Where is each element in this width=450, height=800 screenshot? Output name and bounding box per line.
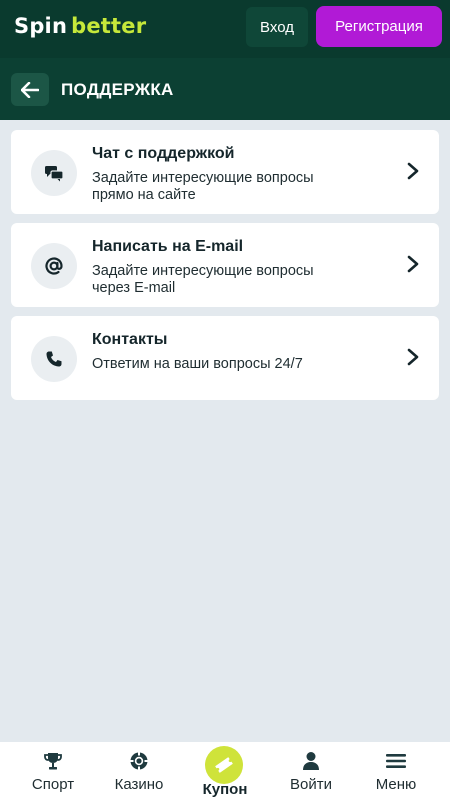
top-header: Spin better Вход Регистрация [0,0,450,58]
menu-icon [386,754,406,768]
nav-item-menu[interactable]: Меню [370,742,422,800]
card-subtitle-line: прямо на сайте [92,187,196,203]
back-button[interactable] [11,73,49,106]
nav-label: Спорт [31,776,75,793]
page-title: ПОДДЕРЖКА [61,80,174,99]
page-titlebar: ПОДДЕРЖКА [0,58,450,120]
register-button[interactable]: Регистрация [316,6,442,47]
chevron-right-icon [407,255,419,273]
card-subtitle-line: Задайте интересующие вопросы [92,170,314,186]
nav-item-sport[interactable]: Спорт [27,742,79,800]
user-icon [303,752,319,770]
chevron-right-icon [407,348,419,366]
card-subtitle: Задайте интересующие вопросы прямо на са… [92,170,382,204]
card-subtitle-line: Ответим на ваши вопросы 24/7 [92,356,303,372]
casino-chip-icon [130,752,148,770]
coupon-ticket-icon [215,757,233,773]
support-chat-card[interactable]: Чат с поддержкой Задайте интересующие во… [11,130,439,214]
nav-item-coupon[interactable]: Купон [195,742,255,800]
coupon-badge [205,746,243,784]
nav-label: Войти [290,776,332,793]
login-button[interactable]: Вход [246,7,308,47]
card-subtitle: Задайте интересующие вопросы через E-mai… [92,263,382,297]
chevron-right-icon [407,162,419,180]
bottom-navigation: Спорт Казино Купон Войти Меню [0,742,450,800]
phone-icon [46,351,62,367]
chat-icon-badge [31,150,77,196]
trophy-icon [44,753,62,770]
card-subtitle-line: через E-mail [92,280,176,296]
at-sign-icon [45,257,63,275]
email-icon-badge [31,243,77,289]
arrow-left-icon [21,81,39,98]
nav-label: Меню [375,776,417,793]
card-title: Контакты [92,331,168,348]
card-subtitle: Ответим на ваши вопросы 24/7 [92,356,382,373]
logo-better-text: better [71,14,147,38]
chat-bubbles-icon [45,166,64,182]
nav-item-casino[interactable]: Казино [106,742,172,800]
spinbetter-logo[interactable]: Spin better [14,14,146,38]
nav-label: Казино [114,776,164,793]
card-title: Чат с поддержкой [92,145,235,162]
nav-label: Купон [202,781,248,798]
support-email-card[interactable]: Написать на E-mail Задайте интересующие … [11,223,439,307]
card-subtitle-line: Задайте интересующие вопросы [92,263,314,279]
phone-icon-badge [31,336,77,382]
nav-item-login[interactable]: Войти [284,742,338,800]
card-title: Написать на E-mail [92,238,244,255]
logo-spin-text: Spin [14,14,68,38]
support-contacts-card[interactable]: Контакты Ответим на ваши вопросы 24/7 [11,316,439,400]
